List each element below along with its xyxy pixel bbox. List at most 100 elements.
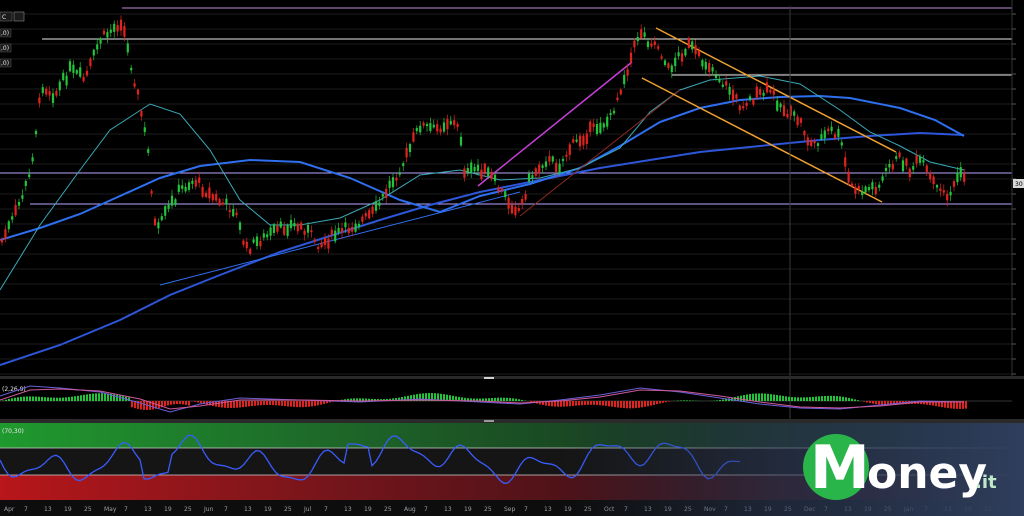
macd-bar (722, 399, 724, 401)
panel-resize-handle-2[interactable] (484, 420, 494, 422)
macd-bar (257, 401, 259, 406)
candle-body (459, 136, 463, 146)
candle-body (490, 171, 493, 179)
macd-bar (311, 401, 313, 407)
macd-bar (503, 397, 505, 401)
candle-body (589, 121, 592, 133)
candle-body (575, 139, 578, 142)
macd-bar (863, 401, 865, 402)
macd-bar (773, 394, 775, 401)
candle-body (116, 25, 119, 32)
candle-body (840, 142, 843, 146)
macd-bar (647, 401, 649, 407)
macd-bar (848, 397, 850, 401)
macd-bar (140, 401, 142, 410)
macd-bar (488, 398, 490, 401)
macd-bar (521, 399, 523, 401)
x-tick-label: 19 (164, 506, 172, 513)
panel-resize-handle-1[interactable] (484, 377, 494, 379)
candle-body (391, 177, 395, 188)
candle-body (650, 43, 653, 47)
candle-body (364, 213, 367, 217)
candle-body (963, 173, 966, 182)
macd-bar (317, 401, 319, 406)
macd-bar (593, 401, 595, 405)
candle-body (320, 242, 323, 248)
macd-bar (644, 401, 646, 407)
candle-body (55, 90, 58, 96)
x-tick-label: Jul (303, 506, 312, 513)
candle-body (762, 92, 765, 96)
macd-bar (851, 398, 853, 401)
candle-body (612, 110, 616, 114)
macd-bar (65, 397, 67, 401)
macd-bar (80, 395, 82, 401)
macd-bar (281, 401, 283, 406)
candle-body (711, 67, 714, 72)
candle-body (697, 50, 701, 57)
candle-body (759, 89, 762, 95)
macd-bar (8, 398, 10, 401)
candle-body (731, 89, 735, 101)
candle-body (310, 230, 313, 233)
candle-body (663, 60, 667, 66)
candle-body (701, 60, 704, 67)
candle-body (793, 111, 796, 116)
macd-bar (44, 397, 46, 401)
settings-icon[interactable] (13, 11, 25, 22)
candle-body (745, 102, 748, 106)
candle-body (0, 239, 4, 243)
candle-body (636, 36, 639, 42)
macd-bar (263, 401, 265, 406)
candle-body (453, 120, 456, 126)
macd-bar (5, 399, 7, 401)
macd-bar (845, 397, 847, 401)
macd-bar (788, 396, 790, 401)
candle-body (323, 237, 327, 245)
candle-body (718, 78, 721, 83)
candle-body (925, 165, 928, 172)
candle-body (408, 144, 412, 153)
candle-body (313, 239, 316, 242)
macd-bar (92, 393, 94, 401)
macd-bar (881, 401, 883, 405)
macd-bar (602, 401, 604, 406)
candle-body (113, 23, 116, 32)
candle-body (551, 156, 554, 162)
macd-bar (590, 401, 592, 405)
candle-body (72, 64, 75, 73)
candle-body (555, 162, 558, 173)
candle-body (133, 83, 136, 87)
candle-body (4, 229, 7, 240)
candle-body (677, 52, 680, 57)
macd-bar (821, 396, 823, 401)
candle-body (106, 32, 109, 38)
candle-body (929, 172, 932, 180)
macd-bar (29, 396, 31, 401)
candle-body (837, 128, 840, 137)
candle-body (89, 58, 92, 67)
macd-bar (629, 401, 631, 409)
macd-bar (185, 401, 187, 405)
candle-body (653, 41, 656, 45)
candle-body (109, 29, 112, 33)
candle-body (442, 122, 446, 132)
candle-body (160, 216, 163, 221)
candle-body (24, 181, 27, 187)
macd-bar (254, 401, 256, 406)
candle-body (684, 48, 687, 56)
macd-bar (794, 397, 796, 401)
candle-body (765, 82, 769, 93)
candle-body (34, 130, 38, 135)
candle-body (150, 190, 153, 194)
logo-main-text: oney (867, 448, 987, 499)
candle-body (249, 248, 252, 255)
macd-bar (608, 401, 610, 407)
candle-body (602, 123, 605, 128)
candle-body (527, 173, 531, 182)
candle-body (398, 172, 401, 175)
candle-body (905, 158, 908, 166)
candle-body (75, 70, 78, 74)
macd-bar (233, 401, 235, 408)
candle-body (888, 164, 891, 168)
